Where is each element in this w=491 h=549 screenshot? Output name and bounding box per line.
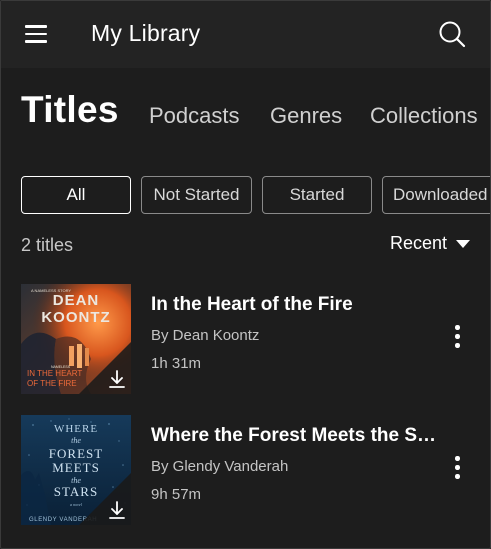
tab-genres[interactable]: Genres — [270, 103, 342, 129]
list-item[interactable]: WHERE the FOREST MEETS the STARS a novel… — [1, 415, 490, 527]
caret-down-icon — [456, 239, 471, 248]
filter-not-started-chip[interactable]: Not Started — [141, 176, 252, 214]
cover-word: STARS — [54, 484, 98, 499]
sort-dropdown[interactable]: Recent — [390, 233, 471, 254]
cover-title-line1: IN THE HEART — [27, 369, 82, 378]
book-duration: 9h 57m — [151, 486, 202, 503]
more-vertical-icon[interactable] — [445, 453, 469, 483]
more-vertical-icon[interactable] — [445, 322, 469, 352]
search-icon[interactable] — [435, 17, 469, 51]
hamburger-menu-icon[interactable] — [19, 21, 53, 47]
tab-podcasts[interactable]: Podcasts — [149, 103, 240, 129]
book-cover: A NAMELESS STORY DEAN KOONTZ NAMELESS IN… — [21, 284, 131, 394]
cover-word: MEETS — [52, 460, 100, 475]
book-author: By Dean Koontz — [151, 327, 260, 344]
filter-started-chip[interactable]: Started — [262, 176, 372, 214]
book-author: By Glendy Vanderah — [151, 458, 289, 475]
book-title: Where the Forest Meets the S… — [151, 425, 437, 446]
book-duration: 1h 31m — [151, 355, 202, 372]
cover-subtitle: a novel — [70, 502, 83, 507]
app-window: My Library Titles Podcasts Genres Collec… — [0, 0, 491, 549]
filter-all-chip[interactable]: All — [21, 176, 131, 214]
list-item[interactable]: A NAMELESS STORY DEAN KOONTZ NAMELESS IN… — [1, 284, 490, 396]
page-title: My Library — [91, 20, 201, 46]
cover-word: WHERE — [54, 423, 98, 435]
book-cover: WHERE the FOREST MEETS the STARS a novel… — [21, 415, 131, 525]
tab-titles[interactable]: Titles — [21, 89, 119, 131]
library-tabs: Titles Podcasts Genres Collections — [1, 85, 490, 141]
sort-label: Recent — [390, 233, 448, 253]
cover-author-line2: KOONTZ — [41, 309, 110, 326]
filter-chips: All Not Started Started Downloaded — [1, 176, 490, 214]
cover-word: FOREST — [49, 446, 103, 461]
cover-word: the — [71, 436, 81, 445]
cover-author-line1: DEAN — [53, 292, 100, 309]
top-app-bar: My Library — [1, 1, 490, 68]
tab-collections[interactable]: Collections — [370, 103, 478, 129]
filter-downloaded-chip[interactable]: Downloaded — [382, 176, 490, 214]
cover-title-line2: OF THE FIRE — [27, 379, 77, 388]
title-count: 2 titles — [21, 235, 74, 255]
book-title: In the Heart of the Fire — [151, 294, 353, 315]
